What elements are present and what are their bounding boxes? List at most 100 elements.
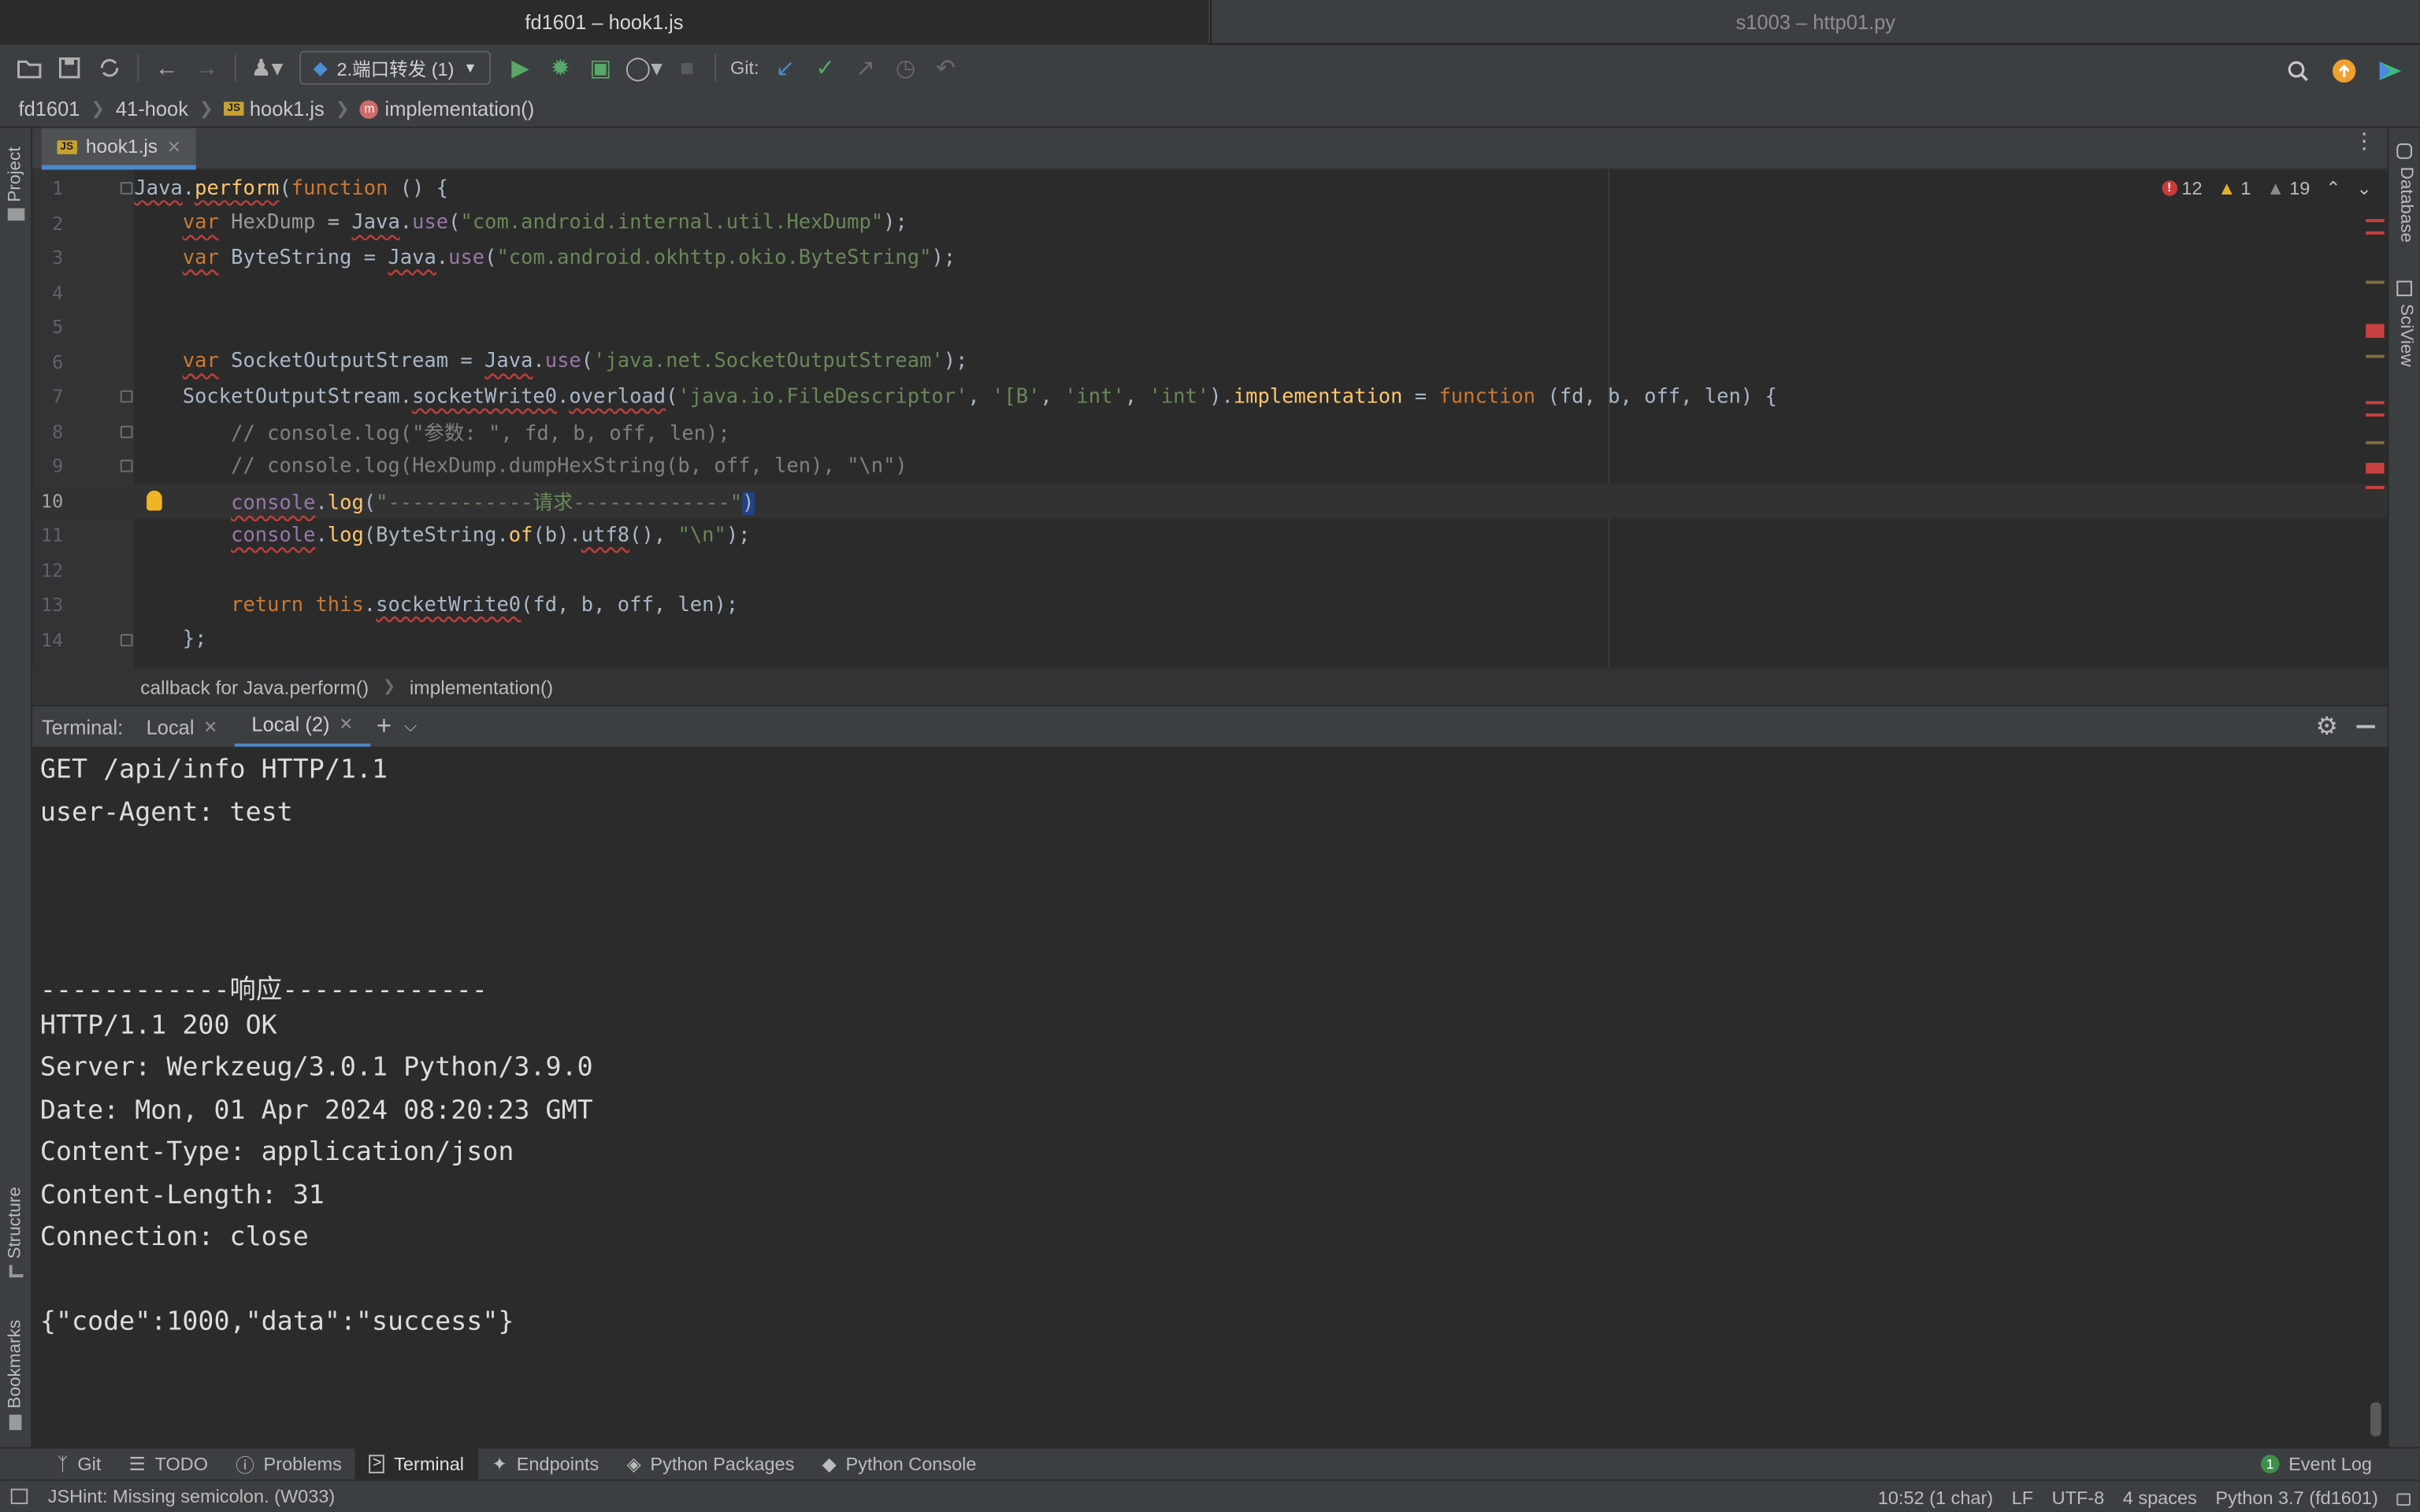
user-icon[interactable]: ♟▾ (244, 48, 291, 88)
tool-git[interactable]: ᛉ Git (43, 1448, 115, 1480)
toolbox-icon[interactable] (2370, 51, 2411, 91)
tool-window-bar: ᛉ Git ☰ TODO ⓘ Problems > Terminal ✦ Endpoint… (0, 1447, 2420, 1480)
open-folder-icon[interactable] (9, 48, 50, 88)
git-push-icon[interactable]: ↗ (845, 48, 885, 88)
sciview-tool-button[interactable]: SciView (2396, 304, 2415, 367)
debug-icon[interactable]: ✹ (540, 48, 581, 88)
error-stripe-mark[interactable] (2366, 462, 2385, 474)
error-stripe-mark[interactable] (2366, 413, 2385, 417)
tool-problems[interactable]: ⓘ Problems (222, 1448, 356, 1480)
git-update-icon[interactable]: ↙ (765, 48, 805, 88)
line-number: 12 (41, 559, 64, 582)
warning-stripe-mark[interactable] (2366, 354, 2385, 358)
fold-icon[interactable] (120, 633, 133, 646)
settings-gear-icon[interactable]: ⚙ (2316, 711, 2338, 742)
error-stripe-mark[interactable] (2366, 231, 2385, 235)
git-rollback-icon[interactable]: ↶ (926, 48, 966, 88)
error-stripe-mark[interactable] (2366, 324, 2385, 339)
inspection-widget[interactable]: ! 12 ▲ 1 ▲ 19 ⌃ ⌄ (2161, 177, 2372, 199)
minimize-icon[interactable] (2356, 724, 2375, 728)
warning-stripe-mark[interactable] (2366, 280, 2385, 284)
fold-icon[interactable] (120, 390, 133, 403)
python-icon: ◆ (822, 1453, 837, 1475)
terminal-output[interactable]: GET /api/info HTTP/1.1 user-Agent: test … (32, 747, 2388, 1447)
tool-python-console[interactable]: ◆ Python Console (808, 1448, 990, 1480)
structure-tool-button[interactable]: Structure (6, 1187, 25, 1258)
line-number: 14 (41, 628, 64, 651)
close-icon[interactable]: ✕ (203, 717, 217, 737)
lock-icon[interactable] (2396, 1493, 2411, 1506)
terminal-tab-local[interactable]: Local ✕ (129, 706, 235, 747)
save-icon[interactable] (50, 48, 90, 88)
add-tab-icon[interactable]: + (377, 711, 392, 742)
right-tool-strip: Database SciView (2387, 128, 2420, 1451)
breadcrumb-project[interactable]: fd1601 (19, 97, 80, 120)
chevron-down-icon[interactable]: ⌄ (2356, 177, 2372, 198)
toolbar-divider (714, 54, 717, 82)
coverage-icon[interactable]: ▣ (581, 48, 621, 88)
error-stripe-mark[interactable] (2366, 486, 2385, 490)
caret-position[interactable]: 10:52 (1 char) (1878, 1486, 1993, 1507)
chevron-up-icon[interactable]: ⌃ (2325, 177, 2341, 198)
run-configuration-select[interactable]: ◆ 2.端口转发 (1) ▼ (299, 50, 492, 85)
tool-terminal[interactable]: > Terminal (355, 1447, 478, 1480)
profile-icon[interactable]: ◯▾ (621, 48, 667, 88)
line-separator[interactable]: LF (2012, 1486, 2033, 1507)
code-line: 7 SocketOutputStream.socketWrite0.overlo… (32, 380, 2387, 414)
event-log-button[interactable]: 1 Event Log (2247, 1448, 2385, 1480)
fold-icon[interactable] (120, 459, 133, 472)
terminal-line: {"code":1000,"data":"success"} (39, 1306, 514, 1338)
terminal-tab-local-2[interactable]: Local (2) ✕ (234, 706, 370, 748)
warning-stripe-mark[interactable] (2366, 441, 2385, 445)
editor-tab-hook1[interactable]: JS hook1.js ✕ (41, 128, 197, 170)
search-icon[interactable] (2277, 51, 2318, 91)
breadcrumb-method[interactable]: m implementation() (360, 97, 534, 120)
run-icon[interactable]: ▶ (500, 48, 540, 88)
tool-endpoints[interactable]: ✦ Endpoints (478, 1448, 613, 1480)
tool-python-packages[interactable]: ◈ Python Packages (613, 1448, 808, 1480)
breadcrumb-file[interactable]: JS hook1.js (224, 97, 325, 120)
tool-todo[interactable]: ☰ TODO (115, 1448, 222, 1480)
update-icon[interactable] (2324, 51, 2364, 91)
back-arrow-icon[interactable]: ← (147, 48, 187, 88)
close-icon[interactable]: ✕ (167, 136, 181, 157)
close-icon[interactable]: ✕ (339, 714, 353, 735)
git-history-icon[interactable]: ◷ (885, 48, 926, 88)
forward-arrow-icon[interactable]: → (187, 48, 227, 88)
fold-icon[interactable] (120, 182, 133, 195)
more-options-icon[interactable]: ⋮ (2353, 130, 2374, 151)
terminal-scrollbar[interactable] (2370, 1402, 2381, 1436)
line-number: 11 (41, 524, 64, 547)
fold-icon[interactable] (120, 424, 133, 438)
code-editor[interactable]: 1 Java.perform(function () { 2 var HexDum… (32, 169, 2388, 669)
editor-breadcrumb-item[interactable]: implementation() (410, 676, 553, 698)
js-file-icon: JS (57, 139, 77, 154)
terminal-line: Content-Type: application/json (39, 1136, 514, 1168)
breadcrumb-label: implementation() (384, 97, 535, 120)
window-tab-s1003[interactable]: s1003 – http01.py (1209, 0, 2420, 45)
python-interpreter[interactable]: Python 3.7 (fd1601) (2215, 1486, 2377, 1507)
bookmarks-tool-button[interactable]: Bookmarks (6, 1320, 25, 1409)
tool-label: Git (77, 1453, 102, 1475)
error-stripe-mark[interactable] (2366, 219, 2385, 223)
code-line: 8 // console.log("参数: ", fd, b, off, len… (32, 414, 2387, 449)
window-toggle-icon[interactable] (10, 1488, 28, 1505)
editor-tab-label: hook1.js (85, 135, 158, 158)
indent-setting[interactable]: 4 spaces (2123, 1486, 2197, 1507)
chevron-down-icon[interactable]: ⌵ (404, 717, 417, 736)
terminal-line: ------------响应------------- (39, 975, 488, 1006)
file-encoding[interactable]: UTF-8 (2052, 1486, 2105, 1507)
toolbar-divider (234, 54, 236, 82)
project-tool-button[interactable]: Project (6, 147, 25, 202)
line-number: 1 (52, 177, 64, 200)
terminal-line: Server: Werkzeug/3.0.1 Python/3.9.0 (39, 1052, 593, 1084)
sync-icon[interactable] (90, 48, 130, 88)
breadcrumb-folder[interactable]: 41-hook (116, 97, 188, 120)
chevron-right-icon: ❯ (91, 100, 106, 119)
error-stripe-mark[interactable] (2366, 401, 2385, 405)
git-commit-icon[interactable]: ✓ (805, 48, 845, 88)
editor-breadcrumb-item[interactable]: callback for Java.perform() (140, 676, 369, 698)
database-tool-button[interactable]: Database (2396, 167, 2415, 243)
stop-icon[interactable]: ■ (667, 48, 707, 88)
window-tab-fd1601[interactable]: fd1601 – hook1.js (0, 0, 1208, 45)
